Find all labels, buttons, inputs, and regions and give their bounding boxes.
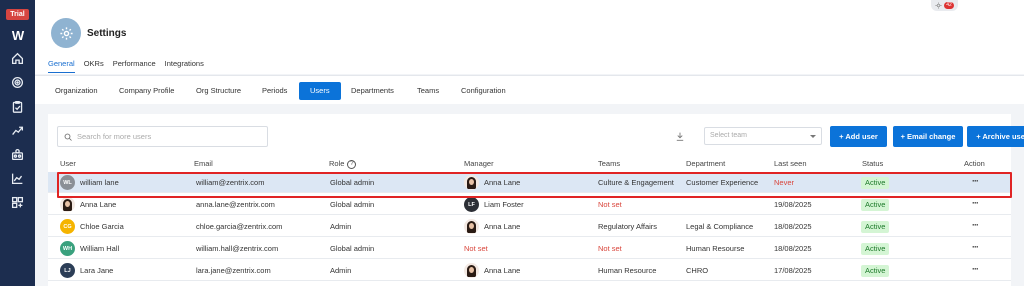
team-select[interactable]: Select team <box>704 127 822 145</box>
col-header-user[interactable]: User <box>60 159 76 168</box>
col-header-role-label: Role <box>329 159 345 168</box>
user-teams: Not set <box>598 244 622 253</box>
search-icon <box>64 133 72 141</box>
home-icon[interactable] <box>9 49 27 67</box>
table-row[interactable]: LJ Lara Jane lara.jane@zentrix.com Admin Ann… <box>48 260 1011 281</box>
page-title: Settings <box>87 28 127 39</box>
search-input[interactable] <box>77 132 257 141</box>
team-select-placeholder: Select team <box>710 132 747 139</box>
settings-header: Settings 42 General OKRs Performance Int… <box>35 0 1024 74</box>
user-department: Legal & Compliance <box>686 222 754 231</box>
user-email: william.hall@zentrix.com <box>196 244 279 253</box>
settings-gear-icon <box>51 18 81 48</box>
user-teams: Regulatory Affairs <box>598 222 658 231</box>
user-last-seen: 18/08/2025 <box>774 244 812 253</box>
user-avatar: CG <box>60 219 75 234</box>
user-last-seen: 17/08/2025 <box>774 266 812 275</box>
user-role: Admin <box>330 222 352 231</box>
chart-icon[interactable] <box>9 169 27 187</box>
status-badge: Active <box>861 243 890 255</box>
top-tabs: General OKRs Performance Integrations <box>48 59 204 73</box>
user-name[interactable]: William Hall <box>80 238 119 259</box>
col-header-last-seen[interactable]: Last seen <box>774 159 807 168</box>
add-user-button[interactable]: + Add user <box>830 126 887 147</box>
subtab-periods[interactable]: Periods <box>251 82 298 100</box>
manager-avatar: LF <box>464 197 479 212</box>
user-manager: Anna Lane <box>484 266 521 275</box>
notification-count: 42 <box>944 2 954 9</box>
user-name[interactable]: Lara Jane <box>80 260 113 281</box>
users-panel: Select team + Add user + Email change + … <box>48 114 1024 286</box>
user-avatar: WH <box>60 241 75 256</box>
user-avatar <box>60 197 75 212</box>
user-email: lara.jane@zentrix.com <box>196 266 271 275</box>
user-email: chloe.garcia@zentrix.com <box>196 222 283 231</box>
status-badge: Active <box>861 221 890 233</box>
tab-integrations[interactable]: Integrations <box>165 59 204 73</box>
user-role: Admin <box>330 266 352 275</box>
col-header-email[interactable]: Email <box>194 159 213 168</box>
subtab-users[interactable]: Users <box>299 82 341 100</box>
row-action-menu[interactable]: ··· <box>972 238 979 257</box>
app-logo[interactable]: W <box>12 28 24 43</box>
status-badge: Active <box>861 265 890 277</box>
table-row[interactable]: CG Chloe Garcia chloe.garcia@zentrix.com Ad… <box>48 216 1011 237</box>
archive-user-button[interactable]: + Archive user <box>967 126 1024 147</box>
col-header-manager[interactable]: Manager <box>464 159 494 168</box>
subtab-departments[interactable]: Departments <box>340 82 405 100</box>
subtab-configuration[interactable]: Configuration <box>450 82 517 100</box>
team-icon[interactable] <box>9 145 27 163</box>
user-department: Human Resourse <box>686 244 745 253</box>
col-header-status[interactable]: Status <box>862 159 883 168</box>
tab-okrs[interactable]: OKRs <box>84 59 104 73</box>
user-role: Global admin <box>330 244 375 253</box>
subtab-organization[interactable]: Organization <box>44 82 109 100</box>
notification-button[interactable]: 42 <box>931 0 958 11</box>
manager-avatar <box>464 263 479 278</box>
manager-avatar <box>464 219 479 234</box>
col-header-role[interactable]: Role? <box>329 159 357 169</box>
chevron-down-icon <box>810 135 816 138</box>
col-header-department[interactable]: Department <box>686 159 725 168</box>
user-name[interactable]: Chloe Garcia <box>80 216 124 237</box>
clipboard-check-icon[interactable] <box>9 97 27 115</box>
status-badge: Active <box>861 199 890 211</box>
download-icon[interactable] <box>676 132 684 143</box>
trial-badge: Trial <box>6 9 29 20</box>
row-action-menu[interactable]: ··· <box>972 216 979 235</box>
user-avatar: LJ <box>60 263 75 278</box>
main-area: Settings 42 General OKRs Performance Int… <box>35 0 1024 286</box>
trend-icon[interactable] <box>9 121 27 139</box>
col-header-action: Action <box>964 159 985 168</box>
user-department: CHRO <box>686 266 709 275</box>
gear-icon <box>935 2 942 9</box>
help-icon[interactable]: ? <box>347 159 357 169</box>
subtab-teams[interactable]: Teams <box>406 82 450 100</box>
search-box[interactable] <box>57 126 268 147</box>
subtab-company-profile[interactable]: Company Profile <box>108 82 185 100</box>
email-change-button[interactable]: + Email change <box>893 126 963 147</box>
user-teams: Human Resource <box>598 266 657 275</box>
tab-performance[interactable]: Performance <box>113 59 156 73</box>
user-last-seen: 18/08/2025 <box>774 222 812 231</box>
col-header-teams[interactable]: Teams <box>598 159 620 168</box>
tab-general[interactable]: General <box>48 59 75 73</box>
subtab-org-structure[interactable]: Org Structure <box>185 82 252 100</box>
target-icon[interactable] <box>9 73 27 91</box>
row-action-menu[interactable]: ··· <box>972 260 979 279</box>
sub-tabs: Organization Company Profile Org Structu… <box>35 75 1024 104</box>
user-manager: Not set <box>464 244 488 253</box>
sidebar: Trial W <box>0 0 35 286</box>
user-manager: Anna Lane <box>484 222 521 231</box>
apps-add-icon[interactable] <box>9 193 27 211</box>
selected-row-highlight <box>57 172 1012 198</box>
table-row[interactable]: WH William Hall william.hall@zentrix.com Gl… <box>48 238 1011 259</box>
